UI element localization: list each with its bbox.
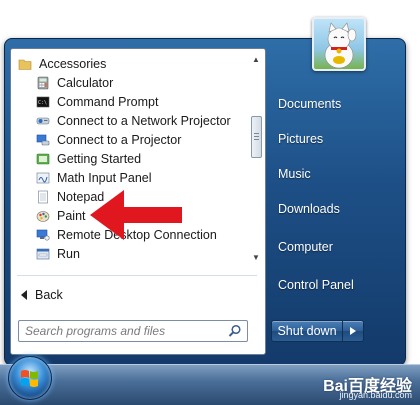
programs-scrollbar[interactable]: ▲ ▼	[249, 53, 263, 267]
red-arrow-annotation	[90, 190, 182, 240]
scroll-thumb[interactable]	[251, 116, 262, 158]
back-button[interactable]: Back	[21, 285, 63, 305]
back-arrow-icon	[21, 290, 27, 300]
folder-label: Accessories	[39, 56, 107, 71]
program-item-getting-started[interactable]: Getting Started	[11, 149, 249, 168]
watermark-url: jingyan.baidu.com	[339, 390, 412, 400]
search-placeholder: Search programs and files	[25, 324, 166, 338]
windows-logo-icon	[21, 370, 38, 387]
chevron-right-icon	[350, 327, 356, 335]
projector-icon	[35, 132, 51, 148]
notepad-icon	[35, 189, 51, 205]
shutdown-button[interactable]: Shut down	[271, 320, 343, 342]
thumb-grip-line	[254, 133, 259, 134]
network-projector-icon	[35, 113, 51, 129]
folder-icon	[17, 56, 33, 72]
right-item-pictures[interactable]: Pictures	[278, 132, 323, 146]
program-label: Run	[57, 246, 80, 261]
shutdown-options-button[interactable]	[342, 320, 364, 342]
command-prompt-icon: C:\	[35, 94, 51, 110]
program-label: Math Input Panel	[57, 170, 152, 185]
program-label: Paint	[57, 208, 86, 223]
getting-started-icon	[35, 151, 51, 167]
calculator-icon	[35, 75, 51, 91]
right-item-music[interactable]: Music	[278, 167, 311, 181]
back-label: Back	[35, 288, 63, 302]
program-label: Getting Started	[57, 151, 142, 166]
right-item-downloads[interactable]: Downloads	[278, 202, 340, 216]
program-item-calculator[interactable]: Calculator	[11, 73, 249, 92]
divider	[17, 275, 257, 276]
program-label: Command Prompt	[57, 94, 159, 109]
folder-accessories[interactable]: Accessories	[11, 54, 249, 73]
search-icon[interactable]	[228, 324, 242, 338]
paint-icon	[35, 208, 51, 224]
program-label: Connect to a Projector	[57, 132, 182, 147]
svg-text:C:\: C:\	[38, 100, 47, 106]
lucky-cat-icon	[324, 22, 357, 69]
program-label: Calculator	[57, 75, 114, 90]
program-item-network-projector[interactable]: Connect to a Network Projector	[11, 111, 249, 130]
scroll-up-arrow-icon[interactable]: ▲	[251, 55, 261, 65]
program-label: Connect to a Network Projector	[57, 113, 231, 128]
thumb-grip-line	[254, 136, 259, 137]
shutdown-label: Shut down	[277, 324, 337, 338]
right-item-documents[interactable]: Documents	[278, 97, 341, 111]
program-item-projector[interactable]: Connect to a Projector	[11, 130, 249, 149]
run-icon	[35, 246, 51, 262]
program-item-math-input-panel[interactable]: Math Input Panel	[11, 168, 249, 187]
right-item-computer[interactable]: Computer	[278, 240, 333, 254]
math-input-icon	[35, 170, 51, 186]
search-input[interactable]: Search programs and files	[18, 320, 248, 342]
start-button[interactable]	[8, 356, 52, 400]
remote-desktop-icon	[35, 227, 51, 243]
right-item-control-panel[interactable]: Control Panel	[278, 278, 354, 292]
program-item-command-prompt[interactable]: C:\ Command Prompt	[11, 92, 249, 111]
program-item-run[interactable]: Run	[11, 244, 249, 263]
scroll-down-arrow-icon[interactable]: ▼	[251, 253, 261, 263]
thumb-grip-line	[254, 139, 259, 140]
user-picture[interactable]	[312, 17, 366, 71]
